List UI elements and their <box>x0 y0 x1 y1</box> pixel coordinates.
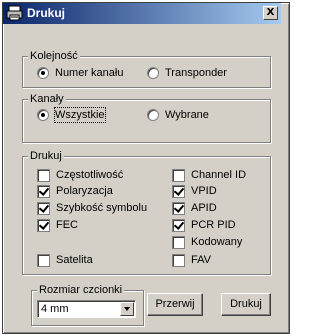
checkbox-box <box>37 218 50 232</box>
checkbox-label: Szybkość symbolu <box>56 202 148 214</box>
checkbox-box <box>172 235 185 249</box>
checkbox-symbol-rate[interactable]: Szybkość symbolu <box>37 201 147 215</box>
checkbox-box <box>37 201 50 215</box>
font-size-select[interactable]: 4 mm <box>37 300 136 318</box>
checkbox-label: PCR PID <box>191 219 236 231</box>
checkbox-label: FAV <box>191 254 211 266</box>
chevron-down-icon[interactable] <box>120 302 134 316</box>
order-option-transponder[interactable]: Transponder <box>147 66 227 80</box>
radio-indicator <box>37 109 49 121</box>
checkbox-box <box>172 201 185 215</box>
radio-indicator <box>37 67 49 79</box>
checkbox-frequency[interactable]: Częstotliwość <box>37 168 123 182</box>
print-fields-group-label: Drukuj <box>28 149 64 163</box>
checkbox-fav[interactable]: FAV <box>172 253 211 267</box>
checkbox-label: Kodowany <box>191 236 243 248</box>
title-bar: Drukuj X <box>3 3 281 24</box>
checkbox-box <box>37 168 50 182</box>
radio-indicator <box>147 67 159 79</box>
print-button[interactable]: Drukuj <box>221 293 271 316</box>
window-title: Drukuj <box>27 6 66 20</box>
checkbox-label: APID <box>191 202 217 214</box>
printer-icon <box>6 5 23 21</box>
checkbox-label: Channel ID <box>191 169 247 181</box>
channels-option-label: Wszystkie <box>54 107 106 123</box>
font-size-group-label: Rozmiar czcionki <box>37 283 125 297</box>
checkbox-label: Polaryzacja <box>56 185 113 197</box>
checkbox-box <box>172 253 185 267</box>
channels-group-label: Kanały <box>28 92 66 106</box>
checkbox-polarization[interactable]: Polaryzacja <box>37 184 113 198</box>
checkbox-box <box>37 184 50 198</box>
channels-option-selected[interactable]: Wybrane <box>147 108 209 122</box>
checkbox-fec[interactable]: FEC <box>37 218 78 232</box>
checkbox-label: FEC <box>56 219 78 231</box>
checkbox-box <box>172 168 185 182</box>
close-button[interactable]: X <box>263 6 278 20</box>
order-group-label: Kolejność <box>28 49 80 63</box>
checkbox-satellite[interactable]: Satelita <box>37 253 93 267</box>
order-option-label: Numer kanału <box>55 67 124 79</box>
order-option-label: Transponder <box>165 67 227 79</box>
checkbox-vpid[interactable]: VPID <box>172 184 217 198</box>
cancel-button[interactable]: Przerwij <box>147 293 203 316</box>
font-size-value: 4 mm <box>41 303 69 315</box>
checkbox-label: VPID <box>191 185 217 197</box>
channels-option-label: Wybrane <box>165 109 209 121</box>
checkbox-box <box>172 218 185 232</box>
channels-option-all[interactable]: Wszystkie <box>37 107 106 123</box>
radio-indicator <box>147 109 159 121</box>
checkbox-box <box>37 253 50 267</box>
checkbox-label: Satelita <box>56 254 93 266</box>
checkbox-apid[interactable]: APID <box>172 201 217 215</box>
checkbox-pcr-pid[interactable]: PCR PID <box>172 218 236 232</box>
checkbox-encrypted[interactable]: Kodowany <box>172 235 242 249</box>
order-option-channel-number[interactable]: Numer kanału <box>37 66 123 80</box>
checkbox-channel-id[interactable]: Channel ID <box>172 168 246 182</box>
checkbox-box <box>172 184 185 198</box>
checkbox-label: Częstotliwość <box>56 169 124 181</box>
